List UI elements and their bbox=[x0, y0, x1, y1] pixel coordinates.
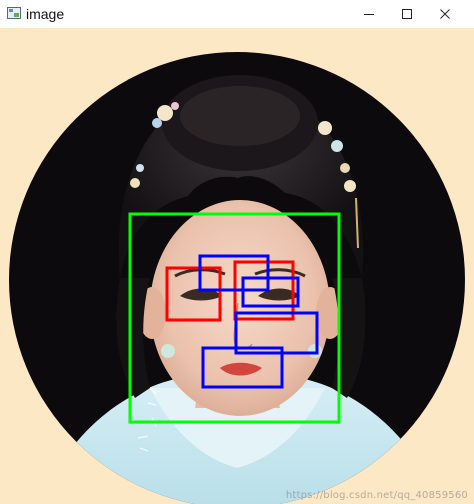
close-button[interactable] bbox=[422, 0, 468, 28]
portrait-image bbox=[9, 52, 465, 504]
opencv-image-window-icon bbox=[7, 7, 21, 19]
watermark-text: https://blog.csdn.net/qq_40859560 bbox=[285, 490, 468, 501]
minimize-icon bbox=[364, 14, 374, 15]
image-window: image https://blog.csdn.net/qq_40859560 bbox=[0, 0, 474, 504]
window-title: image bbox=[26, 6, 65, 22]
portrait-photo bbox=[9, 52, 465, 504]
close-icon bbox=[440, 9, 450, 19]
title-bar[interactable]: image bbox=[0, 0, 474, 28]
image-canvas: https://blog.csdn.net/qq_40859560 bbox=[0, 28, 474, 504]
maximize-icon bbox=[402, 9, 412, 19]
